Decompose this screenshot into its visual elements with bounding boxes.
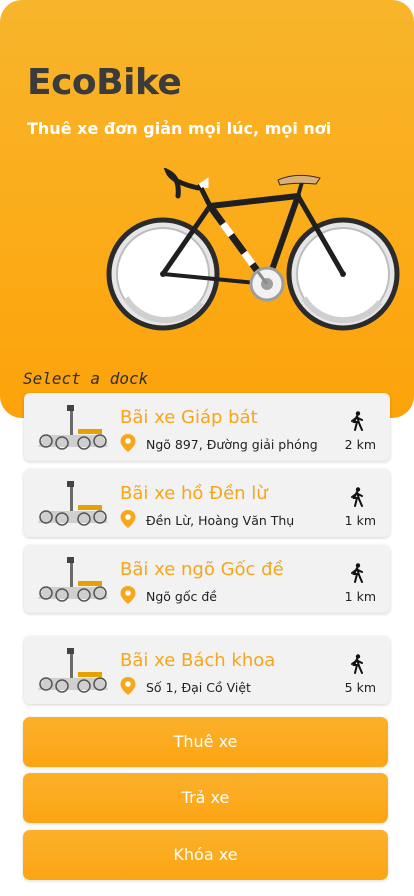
walking-icon: [351, 411, 363, 431]
bike-dock-icon: [38, 648, 108, 693]
dock-card-ho-den-lu[interactable]: Bãi xe hồ Đền lừ Đền Lừ, Hoàng Văn Thụ 1…: [24, 469, 390, 537]
rent-bike-button[interactable]: Thuê xe: [23, 717, 388, 767]
location-pin-icon: [120, 677, 136, 695]
dock-address: Đền Lừ, Hoàng Văn Thụ: [146, 513, 295, 528]
section-label: Select a dock: [23, 369, 149, 388]
dock-distance: 5 km: [344, 680, 376, 695]
walking-icon: [351, 654, 363, 674]
bike-dock-icon: [38, 557, 108, 602]
dock-distance: 2 km: [344, 437, 376, 452]
return-bike-button[interactable]: Trả xe: [23, 773, 388, 823]
walking-icon: [351, 487, 363, 507]
location-pin-icon: [120, 434, 136, 452]
dock-card-bach-khoa[interactable]: Bãi xe Bách khoa Số 1, Đại Cồ Việt 5 km: [24, 636, 390, 704]
dock-distance: 1 km: [344, 513, 376, 528]
dock-card-ngo-goc-de[interactable]: Bãi xe ngõ Gốc đề Ngõ gốc đề 1 km: [24, 545, 390, 613]
app-title: EcoBike: [27, 62, 182, 103]
dock-address: Ngõ 897, Đường giải phóng: [146, 437, 318, 452]
dock-name: Bãi xe ngõ Gốc đề: [120, 559, 284, 580]
dock-card-giap-bat[interactable]: Bãi xe Giáp bát Ngõ 897, Đường giải phón…: [24, 393, 390, 461]
dock-address: Số 1, Đại Cồ Việt: [146, 680, 251, 695]
bike-dock-icon: [38, 405, 108, 450]
bicycle-illustration: [106, 168, 400, 331]
bike-dock-icon: [38, 481, 108, 526]
dock-address: Ngõ gốc đề: [146, 589, 217, 604]
dock-distance: 1 km: [344, 589, 376, 604]
walking-icon: [351, 563, 363, 583]
dock-name: Bãi xe Bách khoa: [120, 650, 276, 671]
location-pin-icon: [120, 510, 136, 528]
hero-banner: EcoBike Thuê xe đơn giản mọi lúc, mọi nơ…: [0, 0, 414, 418]
location-pin-icon: [120, 586, 136, 604]
dock-name: Bãi xe hồ Đền lừ: [120, 483, 268, 504]
app-subtitle: Thuê xe đơn giản mọi lúc, mọi nơi: [27, 119, 332, 138]
dock-name: Bãi xe Giáp bát: [120, 407, 258, 428]
lock-bike-button[interactable]: Khóa xe: [23, 830, 388, 880]
